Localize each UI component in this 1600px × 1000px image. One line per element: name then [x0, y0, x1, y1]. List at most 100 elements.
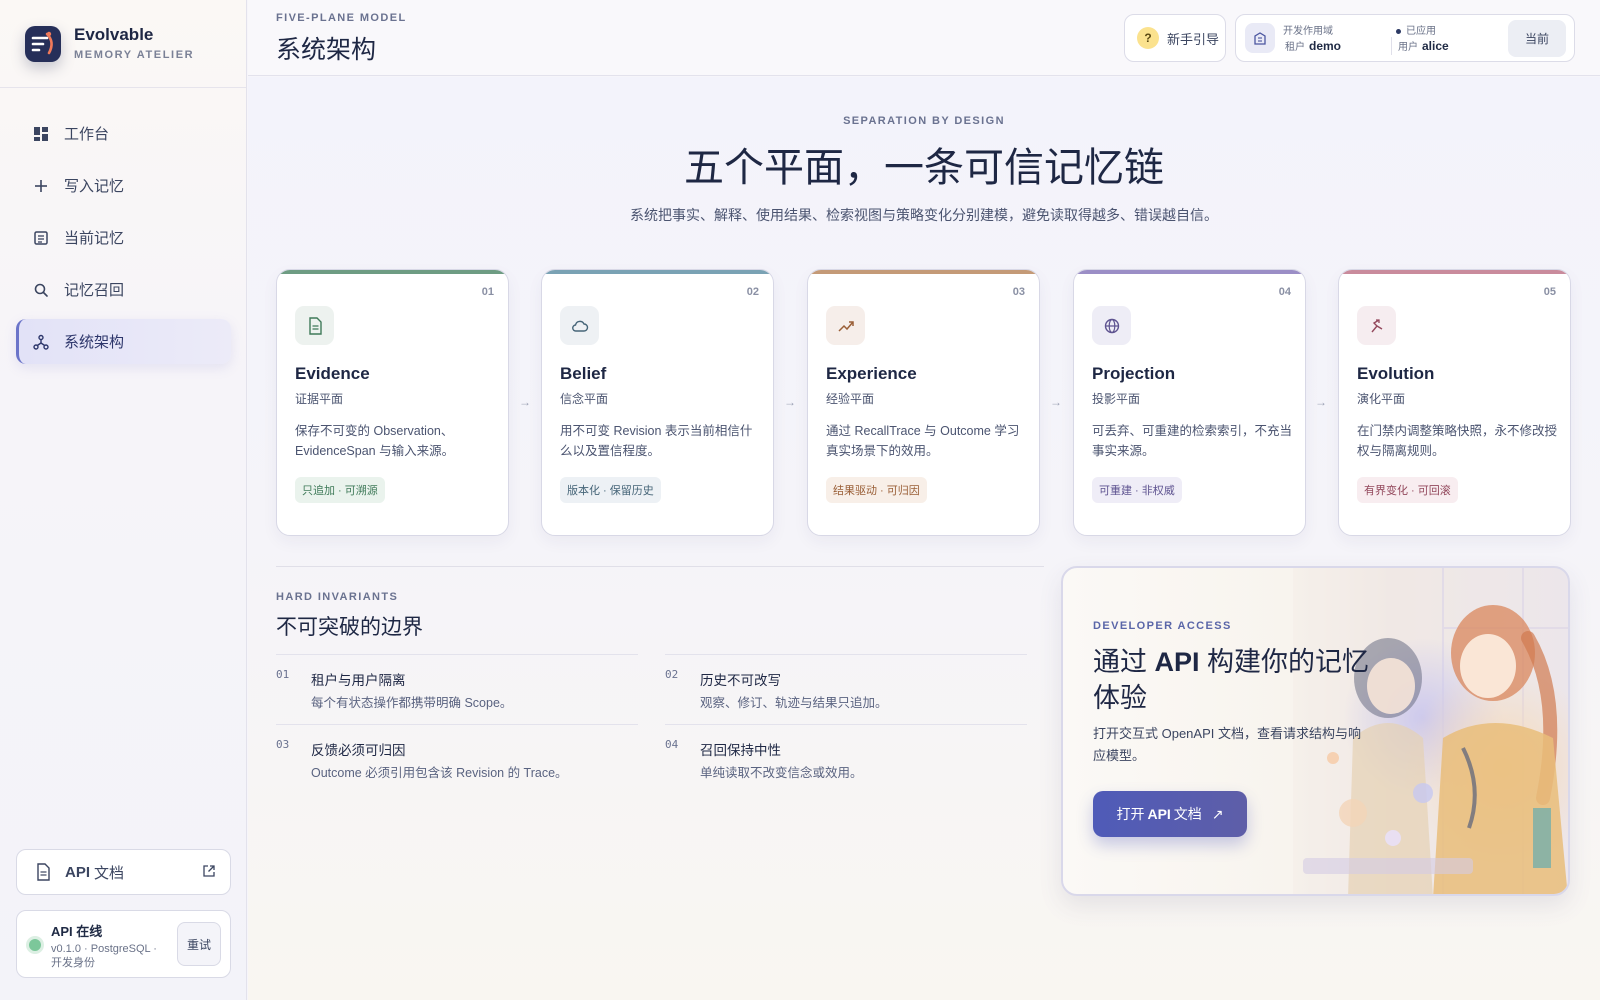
plane-card-projection[interactable]: 04 Projection 投影平面 可丢弃、可重建的检索索引，不充当事实来源。…: [1073, 269, 1306, 536]
developer-title: 通过 API 构建你的记忆体验: [1093, 644, 1383, 716]
scope-env-label: 开发作用域: [1283, 26, 1333, 37]
plane-description: 可丢弃、可重建的检索索引，不充当事实来源。: [1092, 424, 1293, 458]
plane-cn-name: 投影平面: [1092, 392, 1141, 406]
sidebar-item-current-memory[interactable]: 当前记忆: [16, 215, 231, 260]
dashboard-icon: [32, 125, 50, 143]
invariant-number: 02: [665, 668, 679, 681]
list-icon: [32, 229, 50, 247]
search-icon: [32, 281, 50, 299]
building-icon: [1245, 23, 1275, 53]
scope-divider: [1391, 37, 1392, 55]
invariant-desc: 观察、修订、轨迹与结果只追加。: [700, 696, 888, 710]
api-docs-prefix: API: [65, 863, 91, 881]
sidebar-item-label: 系统架构: [64, 334, 125, 351]
section-divider: [276, 566, 1044, 567]
plane-accent-bar: [542, 270, 773, 274]
plane-name: Projection: [1092, 364, 1176, 383]
user-label: 用户: [1398, 42, 1418, 53]
open-api-docs-button[interactable]: 打开 API 文档 ↗: [1093, 791, 1247, 837]
flow-arrow-icon: →: [1050, 395, 1062, 409]
plane-number: 04: [1278, 286, 1291, 298]
plane-card-belief[interactable]: 02 Belief 信念平面 用不可变 Revision 表示当前相信什么以及置…: [541, 269, 774, 536]
sidebar-item-memory-recall[interactable]: 记忆召回: [16, 267, 231, 312]
plane-card-experience[interactable]: 03 Experience 经验平面 通过 RecallTrace 与 Outc…: [807, 269, 1040, 536]
applied-dot-icon: [1396, 28, 1401, 34]
plane-description: 在门禁内调整策略快照，永不修改授权与隔离规则。: [1357, 424, 1558, 458]
developer-access-card: DEVELOPER ACCESS 通过 API 构建你的记忆体验 打开交互式 O…: [1061, 566, 1570, 896]
tenant-label: 租户: [1285, 42, 1305, 53]
plane-number: 05: [1543, 286, 1556, 298]
sidebar-item-label: 当前记忆: [64, 230, 125, 247]
plane-accent-bar: [1074, 270, 1305, 274]
plane-tag: 结果驱动 · 可归因: [826, 477, 927, 503]
guide-label: 新手引导: [1167, 31, 1220, 47]
status-detail: v0.1.0 · PostgreSQL · 开发身份: [51, 943, 157, 969]
current-scope-button[interactable]: 当前: [1508, 20, 1566, 57]
plane-description: 通过 RecallTrace 与 Outcome 学习真实场景下的效用。: [826, 424, 1020, 458]
plane-description: 保存不可变的 Observation、EvidenceSpan 与输入来源。: [295, 424, 455, 458]
plane-name: Evidence: [295, 364, 370, 383]
invariants-eyebrow: HARD INVARIANTS: [276, 591, 399, 603]
invariant-number: 01: [276, 668, 290, 681]
invariant-title: 租户与用户隔离: [311, 673, 406, 688]
flow-arrow-icon: →: [784, 395, 796, 409]
plane-accent-bar: [1339, 270, 1570, 274]
external-link-icon: [202, 864, 216, 882]
sidebar-item-dashboard[interactable]: 工作台: [16, 111, 231, 156]
invariants-title: 不可突破的边界: [276, 616, 423, 639]
applied-label: 已应用: [1406, 26, 1436, 37]
invariant-desc: 每个有状态操作都携带明确 Scope。: [311, 696, 513, 710]
flow-arrow-icon: →: [519, 395, 531, 409]
developer-desc: 打开交互式 OpenAPI 文档，查看请求结构与响应模型。: [1093, 726, 1361, 763]
trend-icon: [826, 306, 865, 345]
hero-eyebrow: SEPARATION BY DESIGN: [843, 115, 1005, 127]
plane-tag: 有界变化 · 可回滚: [1357, 477, 1458, 503]
plane-cn-name: 经验平面: [826, 392, 875, 406]
plane-cn-name: 演化平面: [1357, 392, 1406, 406]
sidebar-item-system-architecture[interactable]: 系统架构: [16, 319, 231, 364]
retry-button[interactable]: 重试: [177, 922, 221, 966]
sidebar-item-write-memory[interactable]: 写入记忆: [16, 163, 231, 208]
document-icon: [295, 306, 334, 345]
invariant-title: 历史不可改写: [700, 673, 781, 688]
plus-icon: [32, 177, 50, 195]
api-docs-label: 文档: [94, 864, 125, 882]
sidebar-item-label: 写入记忆: [64, 178, 125, 195]
document-icon: [35, 863, 51, 881]
tenant-value: demo: [1309, 39, 1342, 53]
btn-api: API: [1147, 806, 1171, 822]
plane-card-evidence[interactable]: 01 Evidence 证据平面 保存不可变的 Observation、Evid…: [276, 269, 509, 536]
brand-logo-icon[interactable]: [25, 26, 61, 62]
network-icon: [32, 333, 50, 351]
status-online-icon: [29, 939, 41, 951]
main-content: SEPARATION BY DESIGN 五个平面，一条可信记忆链 系统把事实、…: [248, 77, 1600, 1000]
hero-subtitle: 系统把事实、解释、使用结果、检索视图与策略变化分别建模，避免读取得越多、错误越自…: [630, 207, 1218, 223]
invariant-item: 02 历史不可改写 观察、修订、轨迹与结果只追加。: [665, 654, 1027, 724]
plane-tag: 可重建 · 非权威: [1092, 477, 1182, 503]
onboarding-guide-button[interactable]: ? 新手引导: [1124, 14, 1226, 62]
scope-applied: 已应用: [1396, 22, 1436, 37]
scope-selector[interactable]: 开发作用域 租户 demo 已应用 用户 alice 当前: [1235, 14, 1575, 62]
status-title: API 在线: [51, 924, 103, 939]
question-icon: ?: [1137, 27, 1159, 49]
sidebar-item-label: 记忆召回: [64, 282, 125, 299]
user-value: alice: [1422, 39, 1449, 53]
plane-number: 03: [1012, 286, 1025, 298]
invariant-desc: Outcome 必须引用包含该 Revision 的 Trace。: [311, 766, 568, 780]
invariant-number: 04: [665, 738, 679, 751]
globe-icon: [1092, 306, 1131, 345]
btn-pre: 打开: [1116, 806, 1145, 822]
plane-card-evolution[interactable]: 05 Evolution 演化平面 在门禁内调整策略快照，永不修改授权与隔离规则…: [1338, 269, 1571, 536]
plane-name: Evolution: [1357, 364, 1435, 383]
topbar: FIVE-PLANE MODEL 系统架构 ? 新手引导 开发作用域 租户 dem…: [248, 0, 1600, 76]
invariant-number: 03: [276, 738, 290, 751]
brand-name: Evolvable: [74, 25, 154, 44]
invariant-title: 反馈必须可归因: [311, 743, 406, 758]
plane-tag: 只追加 · 可溯源: [295, 477, 385, 503]
hero-title: 五个平面，一条可信记忆链: [684, 146, 1164, 190]
sidebar-item-label: 工作台: [64, 126, 110, 143]
api-docs-button[interactable]: API 文档: [16, 849, 231, 895]
developer-eyebrow: DEVELOPER ACCESS: [1093, 620, 1232, 632]
developer-title-pre: 通过: [1093, 647, 1147, 677]
invariant-item: 01 租户与用户隔离 每个有状态操作都携带明确 Scope。: [276, 654, 638, 724]
